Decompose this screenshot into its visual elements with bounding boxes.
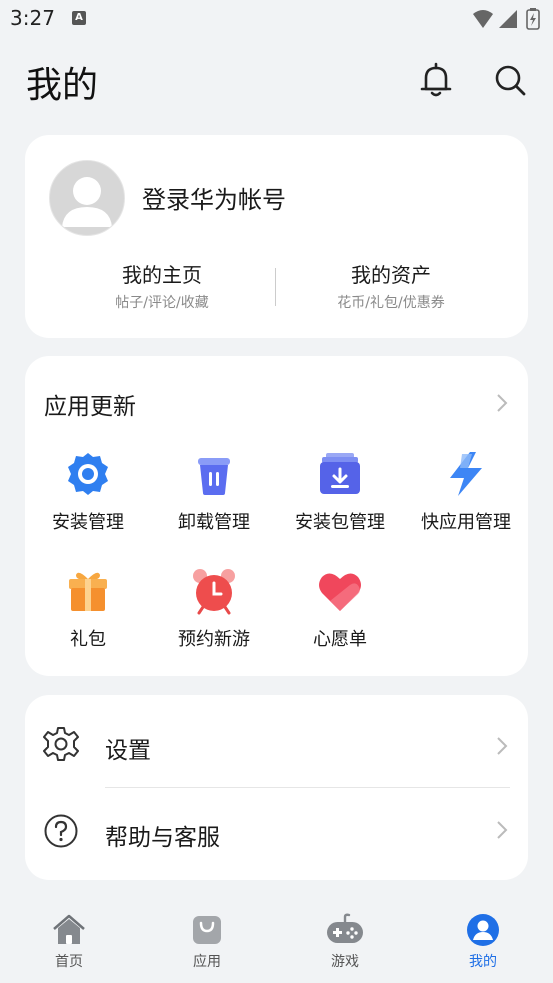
bell-icon (420, 62, 452, 97)
apps-bag-icon (190, 913, 224, 947)
notification-app-icon: A (72, 11, 86, 25)
install-manage-icon (64, 450, 112, 498)
tab-me-label: 我的 (469, 954, 497, 970)
help-service-row[interactable]: 帮助与客服 (25, 787, 528, 873)
quick-app-manage-label: 快应用管理 (421, 512, 511, 533)
heart-icon (316, 567, 364, 615)
gamepad-icon (327, 913, 363, 947)
search-icon (495, 65, 526, 96)
battery-icon (526, 8, 540, 30)
my-homepage-title: 我的主页 (122, 263, 202, 287)
gift-icon (64, 567, 112, 615)
help-icon (43, 813, 79, 849)
reserve-new-game-label: 预约新游 (178, 629, 250, 650)
page-title: 我的 (26, 65, 99, 106)
search-button[interactable] (490, 60, 530, 100)
status-icons (471, 8, 543, 36)
wifi-icon (473, 10, 493, 28)
quick-app-manage-button[interactable]: 快应用管理 (403, 450, 529, 534)
package-manage-icon (316, 450, 364, 498)
package-manage-button[interactable]: 安装包管理 (277, 450, 403, 534)
app-update-title[interactable]: 应用更新 (44, 387, 136, 421)
uninstall-manage-label: 卸载管理 (178, 512, 250, 533)
alarm-clock-icon (190, 567, 238, 615)
settings-card: 设置 帮助与客服 (25, 695, 528, 880)
default-avatar-icon (62, 177, 112, 227)
tab-games-label: 游戏 (331, 954, 359, 970)
tab-home[interactable]: 首页 (0, 913, 138, 971)
my-assets-title: 我的资产 (351, 263, 431, 287)
login-account-link[interactable]: 登录华为帐号 (142, 180, 286, 215)
tab-apps[interactable]: 应用 (138, 913, 276, 971)
tab-me[interactable]: 我的 (414, 913, 552, 971)
notification-button[interactable] (416, 60, 456, 100)
profile-card: 登录华为帐号 我的主页 帖子/评论/收藏 我的资产 花币/礼包/优惠券 (25, 135, 528, 338)
reserve-new-game-button[interactable]: 预约新游 (151, 567, 277, 651)
chevron-right-icon (497, 821, 508, 839)
install-manage-label: 安装管理 (52, 512, 124, 533)
settings-row[interactable]: 设置 (25, 700, 528, 786)
my-assets-link[interactable]: 我的资产 花币/礼包/优惠券 (276, 259, 506, 312)
package-manage-label: 安装包管理 (295, 512, 385, 533)
my-assets-subtitle: 花币/礼包/优惠券 (337, 295, 445, 311)
help-service-label: 帮助与客服 (105, 825, 220, 851)
my-homepage-link[interactable]: 我的主页 帖子/评论/收藏 (47, 259, 277, 312)
app-update-card: 应用更新 安装管理 卸载管理 安装包管理 快应用管理 礼包 预约新游 心愿单 (25, 356, 528, 676)
chevron-right-icon[interactable] (496, 393, 508, 413)
tab-games[interactable]: 游戏 (276, 913, 414, 971)
tab-apps-label: 应用 (193, 954, 221, 970)
my-homepage-subtitle: 帖子/评论/收藏 (115, 295, 209, 311)
gift-button[interactable]: 礼包 (25, 567, 151, 651)
tab-home-label: 首页 (55, 954, 83, 970)
avatar[interactable] (49, 160, 125, 236)
wishlist-label: 心愿单 (313, 629, 367, 650)
wishlist-button[interactable]: 心愿单 (277, 567, 403, 651)
uninstall-manage-button[interactable]: 卸载管理 (151, 450, 277, 534)
status-bar: 3:27 A (0, 0, 553, 40)
settings-label: 设置 (105, 738, 151, 764)
profile-icon (466, 913, 500, 947)
gift-label: 礼包 (70, 629, 106, 650)
gear-icon (43, 726, 79, 762)
bottom-tab-bar: 首页 应用 游戏 我的 (0, 895, 553, 983)
uninstall-manage-icon (190, 450, 238, 498)
install-manage-button[interactable]: 安装管理 (25, 450, 151, 534)
signal-icon (499, 10, 517, 28)
home-icon (52, 913, 86, 947)
chevron-right-icon (497, 737, 508, 755)
quick-app-icon (442, 450, 490, 498)
status-time: 3:27 (10, 6, 55, 30)
